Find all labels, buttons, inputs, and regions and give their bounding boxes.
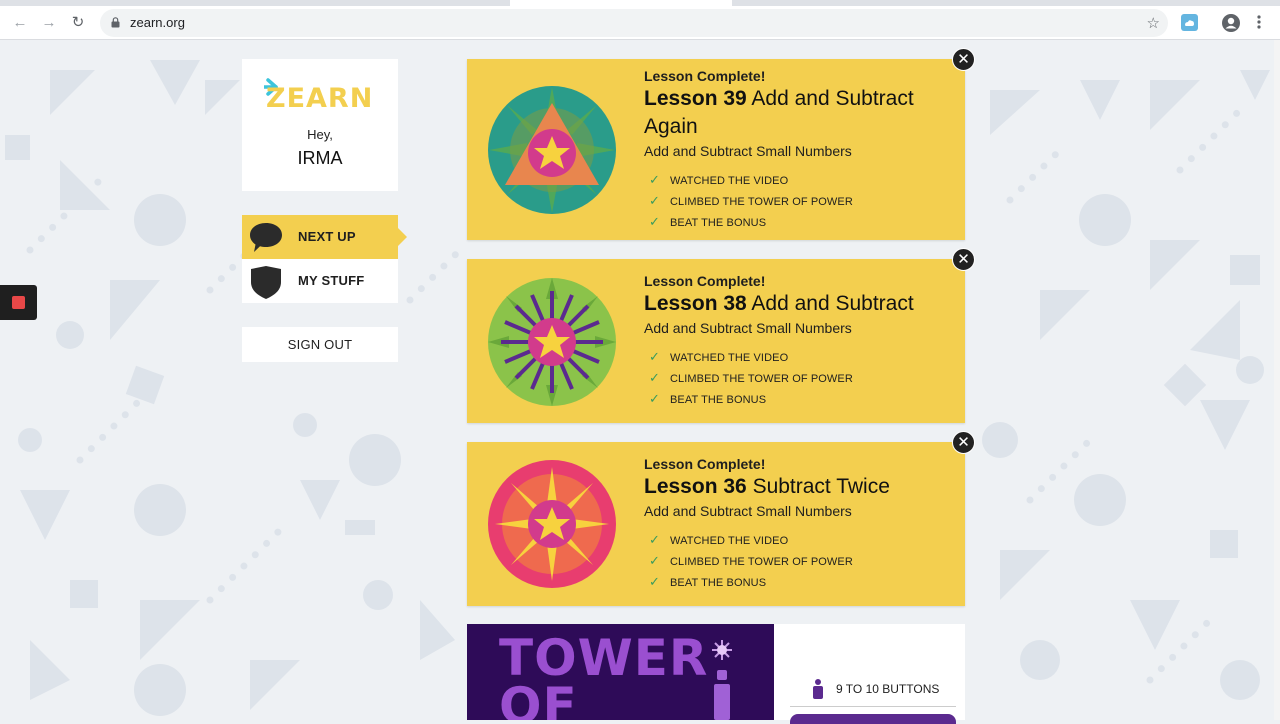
lesson-card[interactable]: Lesson Complete! Lesson 39 Add and Subtr… xyxy=(467,59,965,240)
check-icon: ✓ xyxy=(649,214,660,229)
lesson-card[interactable]: Lesson Complete! Lesson 38 Add and Subtr… xyxy=(467,259,965,423)
check-icon: ✓ xyxy=(649,193,660,208)
close-icon[interactable]: ✕ xyxy=(952,248,975,271)
buttons-count-label: 9 TO 10 BUTTONS xyxy=(836,682,940,696)
check-icon: ✓ xyxy=(649,574,660,589)
close-icon[interactable]: ✕ xyxy=(952,48,975,71)
nav-my-stuff[interactable]: MY STUFF xyxy=(242,259,398,303)
browser-toolbar: ← → ↻ zearn.org ☆ xyxy=(0,6,1280,40)
lesson-status: Lesson Complete! xyxy=(644,68,766,84)
lesson-number: Lesson 39 xyxy=(644,87,747,110)
lesson-status: Lesson Complete! xyxy=(644,273,766,289)
check-icon: ✓ xyxy=(649,349,660,364)
check-item: ✓ WATCHED THE VIDEO xyxy=(649,532,789,547)
sign-out-button[interactable]: SIGN OUT xyxy=(242,327,398,362)
menu-dots-icon[interactable] xyxy=(1256,14,1262,30)
lesson-title: Lesson 38 Add and Subtract xyxy=(644,290,944,318)
check-icon: ✓ xyxy=(649,532,660,547)
profile-card: ZEARN Hey, IRMA xyxy=(242,59,398,191)
lesson-checklist: ✓ WATCHED THE VIDEO ✓ CLIMBED THE TOWER OF… xyxy=(649,532,853,595)
tower-of-power-card[interactable]: TOWER OF 9 TO 10 BUTTONS xyxy=(467,624,965,724)
lock-icon xyxy=(111,17,120,28)
check-item: ✓ CLIMBED THE TOWER OF POWER xyxy=(649,370,853,385)
lesson-name: Add and Subtract xyxy=(751,292,914,315)
lesson-number: Lesson 36 xyxy=(644,475,747,498)
lesson-subtitle: Add and Subtract Small Numbers xyxy=(644,503,852,519)
nav-next-up[interactable]: NEXT UP xyxy=(242,215,407,259)
check-item: ✓ WATCHED THE VIDEO xyxy=(649,172,789,187)
nav-next-up-label: NEXT UP xyxy=(298,229,356,244)
check-icon: ✓ xyxy=(649,172,660,187)
tower-title: TOWER OF xyxy=(499,629,709,720)
zearn-logo: ZEARN xyxy=(264,78,373,111)
lesson-subtitle: Add and Subtract Small Numbers xyxy=(644,320,852,336)
shield-icon xyxy=(251,266,281,299)
lesson-card[interactable]: Lesson Complete! Lesson 36 Subtract Twic… xyxy=(467,442,965,606)
check-item: ✓ BEAT THE BONUS xyxy=(649,214,767,229)
lesson-badge-icon xyxy=(488,460,616,588)
check-icon: ✓ xyxy=(649,553,660,568)
extension-icon[interactable] xyxy=(1181,14,1198,31)
check-icon: ✓ xyxy=(649,370,660,385)
speech-bubble-icon xyxy=(250,223,282,252)
check-icon: ✓ xyxy=(649,391,660,406)
tower-info: 9 TO 10 BUTTONS xyxy=(774,624,965,724)
student-name: IRMA xyxy=(297,148,343,168)
check-item: ✓ BEAT THE BONUS xyxy=(649,391,767,406)
lesson-checklist: ✓ WATCHED THE VIDEO ✓ CLIMBED THE TOWER OF… xyxy=(649,172,853,235)
divider xyxy=(790,706,956,707)
svg-text:ZEARN: ZEARN xyxy=(266,83,373,111)
lesson-status: Lesson Complete! xyxy=(644,456,766,472)
button-person-icon xyxy=(813,679,823,699)
lesson-subtitle: Add and Subtract Small Numbers xyxy=(644,143,852,159)
reload-icon[interactable]: ↻ xyxy=(68,13,88,33)
url-text: zearn.org xyxy=(130,15,185,30)
lesson-badge-icon xyxy=(488,86,616,214)
scrollbar[interactable] xyxy=(1274,40,1280,720)
bookmark-star-icon[interactable]: ☆ xyxy=(1147,14,1160,32)
forward-arrow-icon[interactable]: → xyxy=(39,13,59,33)
close-icon[interactable]: ✕ xyxy=(952,431,975,454)
back-arrow-icon[interactable]: ← xyxy=(10,13,30,33)
stop-recording-icon[interactable] xyxy=(12,296,25,309)
lesson-name: Subtract Twice xyxy=(752,475,890,498)
greeting-text: Hey, xyxy=(307,127,333,142)
nav-my-stuff-label: MY STUFF xyxy=(298,273,365,288)
recording-widget[interactable] xyxy=(0,285,37,320)
lesson-number: Lesson 38 xyxy=(644,292,747,315)
tower-icon xyxy=(712,640,732,720)
tower-start-button[interactable] xyxy=(790,714,956,724)
address-bar[interactable]: zearn.org ☆ xyxy=(100,9,1168,37)
tower-of-power-banner: TOWER OF xyxy=(467,624,774,720)
profile-avatar-icon[interactable] xyxy=(1222,14,1240,32)
lesson-badge-icon xyxy=(488,278,616,406)
lesson-title: Lesson 39 Add and Subtract Again xyxy=(644,85,944,141)
check-item: ✓ BEAT THE BONUS xyxy=(649,574,767,589)
check-item: ✓ CLIMBED THE TOWER OF POWER xyxy=(649,553,853,568)
check-item: ✓ CLIMBED THE TOWER OF POWER xyxy=(649,193,853,208)
lesson-title: Lesson 36 Subtract Twice xyxy=(644,473,944,501)
lesson-checklist: ✓ WATCHED THE VIDEO ✓ CLIMBED THE TOWER OF… xyxy=(649,349,853,412)
check-item: ✓ WATCHED THE VIDEO xyxy=(649,349,789,364)
